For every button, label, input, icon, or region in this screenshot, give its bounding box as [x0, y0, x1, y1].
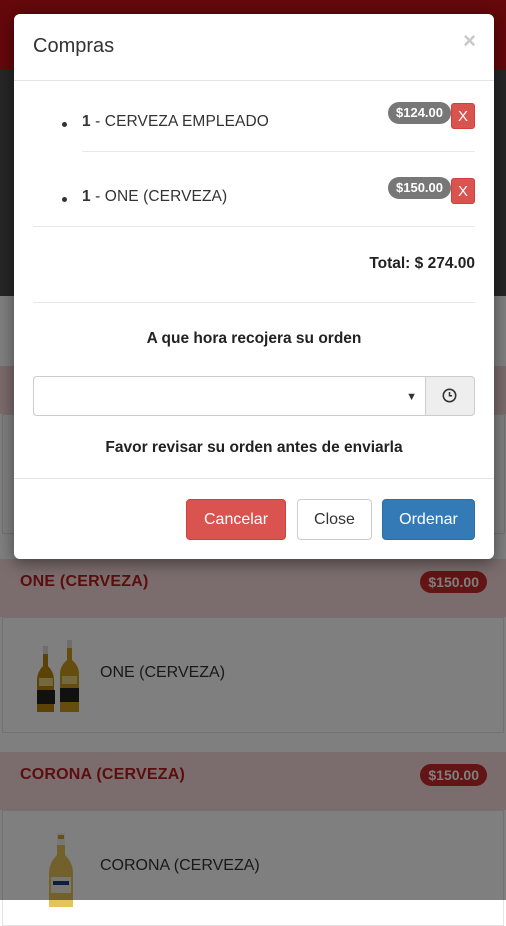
remove-item-button[interactable]: X	[451, 103, 475, 129]
order-item: 1 - CERVEZA EMPLEADO $124.00 X	[14, 102, 494, 172]
modal-footer: Cancelar Close Ordenar	[14, 478, 494, 560]
clock-icon	[442, 388, 457, 403]
item-name: - CERVEZA EMPLEADO	[90, 113, 269, 130]
close-icon[interactable]: ×	[463, 30, 476, 52]
item-price-badge: $150.00	[388, 177, 451, 199]
divider	[82, 151, 475, 152]
modal-header: Compras ×	[14, 14, 494, 81]
review-note: Favor revisar su orden antes de enviarla	[105, 439, 403, 456]
item-qty: 1	[82, 188, 91, 205]
cancel-button[interactable]: Cancelar	[186, 499, 286, 540]
bullet-icon	[62, 197, 67, 202]
pickup-time-select[interactable]: ▼	[33, 376, 425, 416]
item-text: 1 - ONE (CERVEZA)	[82, 188, 227, 206]
order-item: 1 - ONE (CERVEZA) $150.00 X	[14, 177, 494, 247]
divider	[33, 226, 475, 227]
divider	[33, 302, 475, 303]
cart-modal: Compras × 1 - CERVEZA EMPLEADO $124.00 X…	[14, 14, 494, 559]
pickup-time-label: A que hora recojera su orden	[146, 330, 362, 347]
clock-button[interactable]	[425, 376, 475, 416]
item-name: - ONE (CERVEZA)	[90, 188, 228, 205]
order-total: Total: $ 274.00	[369, 255, 475, 272]
modal-title: Compras	[33, 35, 115, 57]
remove-item-button[interactable]: X	[451, 178, 475, 204]
item-qty: 1	[82, 113, 91, 130]
bullet-icon	[62, 122, 67, 127]
item-price-badge: $124.00	[388, 102, 451, 124]
order-button[interactable]: Ordenar	[382, 499, 475, 540]
close-button[interactable]: Close	[297, 499, 372, 540]
chevron-down-icon: ▼	[406, 391, 417, 403]
item-text: 1 - CERVEZA EMPLEADO	[82, 113, 269, 131]
